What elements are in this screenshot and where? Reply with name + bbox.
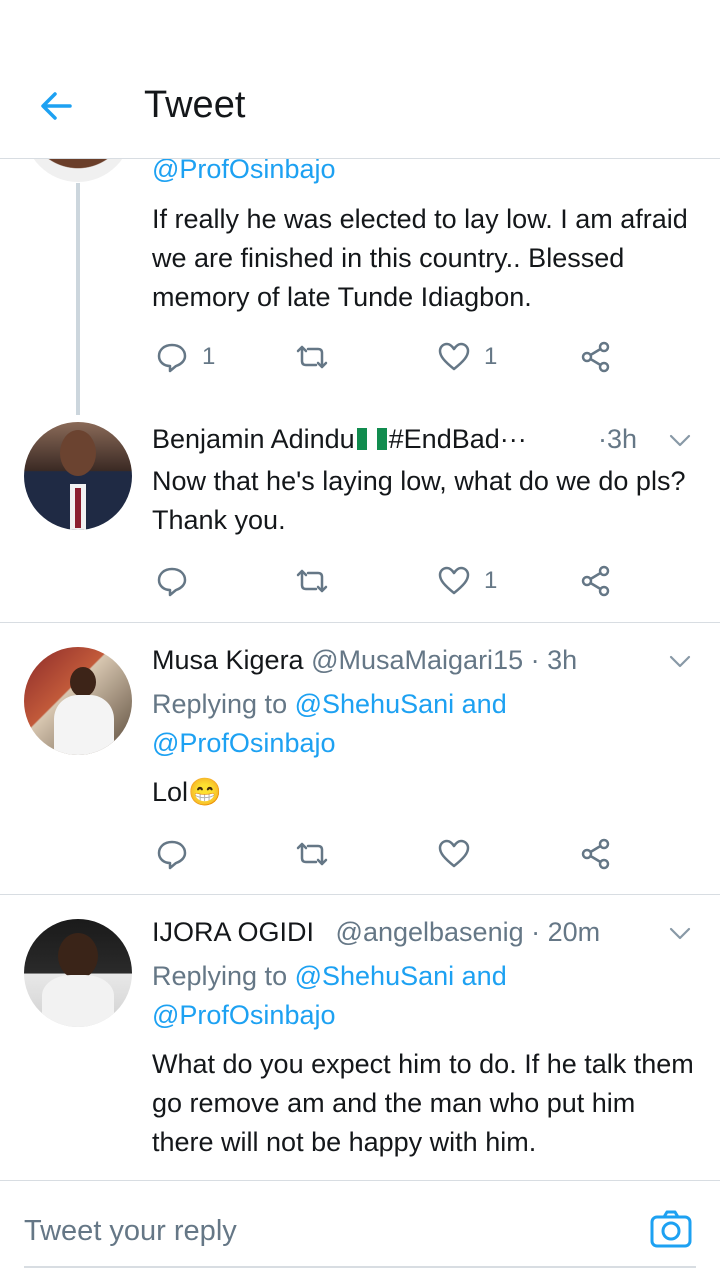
replying-to: Replying to @ShehuSani and @ProfOsinbajo [152,961,507,1030]
nigeria-flag-icon [356,426,387,450]
tweet-header: Benjamin Adindu #EndBad··· [152,424,527,455]
reply-button[interactable] [156,837,188,871]
display-name-suffix: #EndBad··· [388,424,527,454]
chevron-down-icon[interactable] [668,921,692,945]
reply-icon [157,840,187,870]
share-icon [581,341,610,373]
retweet-button[interactable] [296,340,328,374]
tweet-text: What do you expect him to do. If he talk… [152,1049,694,1157]
tweet-text: If really he was elected to lay low. I a… [152,204,688,312]
top-bar: Tweet [0,0,720,159]
retweet-button[interactable] [296,564,328,598]
retweet-icon [296,569,328,593]
display-name[interactable]: IJORA OGIDI [152,917,314,947]
avatar[interactable] [24,919,132,1027]
reply-count: 1 [202,343,216,370]
chevron-down-icon[interactable] [668,428,692,452]
tweet-actions: 1 1 [156,340,626,374]
tweet-header: IJORA OGIDI @angelbasenig · 20m [152,917,600,948]
like-count: 1 [484,567,498,594]
like-count: 1 [484,343,498,370]
tweet-header: Musa Kigera @MusaMaigari15 · 3h [152,645,577,676]
reply-button[interactable]: 1 [156,340,215,374]
user-handle[interactable]: @angelbasenig [336,917,524,947]
display-name[interactable]: Benjamin Adindu [152,424,355,454]
reply-input-underline [24,1266,696,1268]
replying-to: Replying to @ShehuSani and @ProfOsinbajo [152,689,507,758]
share-icon [581,838,610,870]
like-icon [438,566,470,595]
like-icon [438,342,470,371]
tweet-time: · 3h [530,645,578,675]
user-handle[interactable]: @MusaMaigari15 [311,645,523,675]
avatar[interactable] [24,422,132,530]
like-button[interactable]: 1 [438,564,497,598]
tweet-item[interactable]: Musa Kigera @MusaMaigari15 · 3h Replying… [0,623,720,893]
like-button[interactable] [438,837,470,871]
page-title: Tweet [144,84,246,126]
camera-icon[interactable] [650,1208,692,1250]
display-name[interactable]: Musa Kigera [152,645,304,675]
retweet-icon [296,345,328,369]
thread-line [76,183,80,415]
retweet-button[interactable] [296,837,328,871]
tweet-text: Lol😁 [152,777,222,807]
tweet-time: ·3h [598,424,638,454]
mention-link[interactable]: @ProfOsinbajo [152,1000,336,1030]
like-button[interactable]: 1 [438,340,497,374]
tweet-item[interactable]: IJORA OGIDI @angelbasenig · 20m Replying… [0,895,720,1180]
chevron-down-icon[interactable] [668,649,692,673]
share-button[interactable] [580,837,612,871]
tweet-actions: 1 [156,564,626,598]
tweet-time: · 20m [531,917,601,947]
mention-link[interactable]: @ShehuSani [295,961,455,991]
mention-link[interactable]: @ShehuSani [295,689,455,719]
share-button[interactable] [580,340,612,374]
share-icon [581,565,610,597]
tweet-item[interactable]: Benjamin Adindu #EndBad··· ·3h Now that h… [0,412,720,622]
reply-icon [157,567,187,597]
reply-icon [157,343,187,373]
tweet-text: Now that he's laying low, what do we do … [152,466,686,535]
tweet-actions [156,837,626,871]
retweet-icon [296,842,328,866]
like-icon [438,839,470,868]
avatar[interactable] [24,647,132,755]
reply-button[interactable] [156,564,188,598]
back-arrow-icon[interactable] [36,86,76,126]
mention-link[interactable]: @ProfOsinbajo [152,728,336,758]
share-button[interactable] [580,564,612,598]
reply-input[interactable]: Tweet your reply [24,1215,237,1248]
